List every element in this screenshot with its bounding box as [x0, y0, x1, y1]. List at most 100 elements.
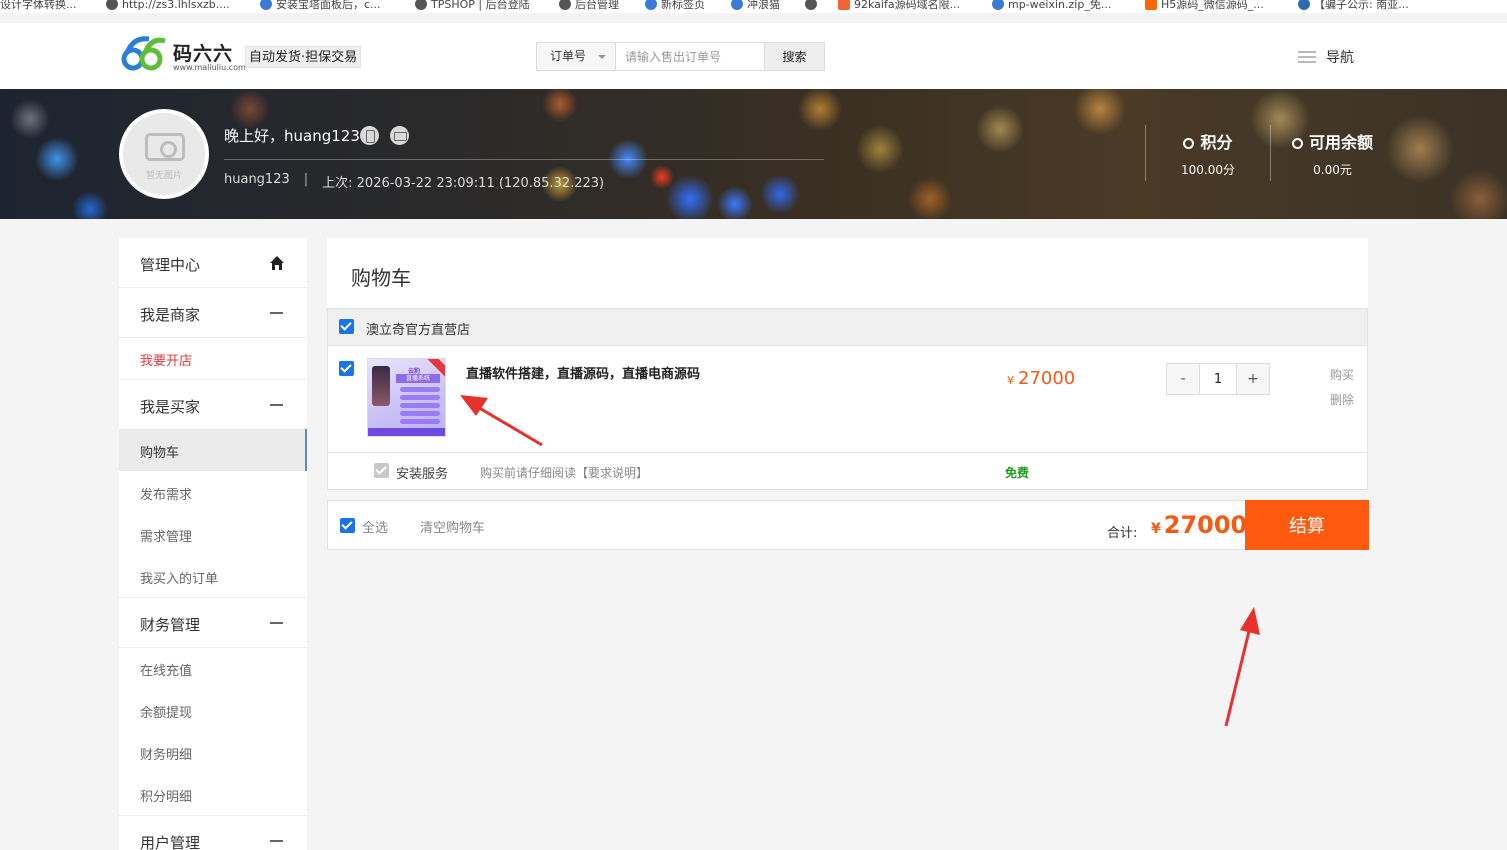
collapse-icon — [270, 404, 283, 406]
globe-icon — [805, 0, 817, 10]
item-checkbox[interactable] — [339, 361, 354, 376]
checkout-button[interactable]: 结算 — [1245, 500, 1369, 550]
bookmark-item[interactable] — [805, 0, 821, 12]
bookmark-label: 设计字体转换... — [0, 0, 77, 11]
link-icon — [992, 0, 1004, 10]
bookmark-item[interactable]: 新标签页 — [645, 0, 705, 12]
sidebar-item-open-store[interactable]: 我要开店 — [119, 337, 307, 379]
slogan: 自动发货·担保交易 — [245, 46, 362, 68]
points-stat[interactable]: 积分 100.00分 — [1146, 125, 1270, 181]
delete-link[interactable]: 删除 — [1330, 388, 1354, 413]
sidebar-item-points-details[interactable]: 积分明细 — [119, 773, 307, 815]
bookmark-label: 后台管理 — [575, 0, 619, 11]
bookmark-item[interactable]: 92kaifa源码域名限... — [838, 0, 960, 12]
bookmark-item[interactable]: H5源码_微信源码_... — [1145, 0, 1264, 12]
sidebar-section-merchant[interactable]: 我是商家 — [119, 288, 307, 338]
cart-header: 购物车 — [327, 238, 1368, 308]
service-note[interactable]: 购买前请仔细阅读【要求说明】 — [480, 464, 648, 481]
page-title: 购物车 — [351, 266, 411, 290]
sidebar-item-manage-requests[interactable]: 需求管理 — [119, 513, 307, 555]
browser-icon — [645, 0, 657, 10]
quantity-input[interactable] — [1200, 363, 1236, 395]
quantity-stepper: - + — [1166, 363, 1270, 395]
sidebar-item-cart[interactable]: 购物车 — [119, 429, 307, 471]
bookmark-item[interactable]: mp-weixin.zip_免... — [992, 0, 1111, 12]
logo-text[interactable]: 码六六 — [173, 39, 233, 66]
browser-icon — [731, 0, 743, 10]
search-type-select[interactable]: 订单号 — [536, 42, 616, 71]
globe-icon — [559, 0, 571, 10]
clear-cart-link[interactable]: 清空购物车 — [420, 517, 485, 536]
search-type-value: 订单号 — [550, 49, 587, 63]
user-meta: huang123 | 上次: 2026-03-22 23:09:11 (120.… — [224, 172, 604, 191]
search-bar: 订单号 搜索 — [536, 42, 825, 71]
collapse-icon — [270, 312, 283, 314]
bookmark-label: 【骗子公示: 南亚... — [1314, 0, 1409, 11]
sidebar-item-purchased-orders[interactable]: 我买入的订单 — [119, 555, 307, 597]
logo-icon[interactable] — [121, 35, 169, 73]
cart-item: 云豹 直播系统 直播软件搭建，直播源码，直播电商源码 ¥27000 - + 购买… — [327, 346, 1368, 453]
search-button[interactable]: 搜索 — [765, 42, 825, 71]
product-title[interactable]: 直播软件搭建，直播源码，直播电商源码 — [466, 363, 700, 382]
site-header: 码六六 www.maliuliu.com 自动发货·担保交易 订单号 搜索 导航 — [0, 23, 1507, 89]
service-name: 安装服务 — [396, 467, 449, 482]
total-value: 27000 — [1163, 511, 1248, 539]
bookmark-item[interactable]: 后台管理 — [559, 0, 619, 12]
bookmark-label: 冲浪猫 — [747, 0, 780, 11]
sidebar-item-label: 我要开店 — [140, 354, 193, 369]
sidebar-section-buyer[interactable]: 我是买家 — [119, 380, 307, 430]
nav-menu-button[interactable]: 导航 — [1298, 47, 1354, 67]
product-price: ¥27000 — [1007, 368, 1075, 389]
sidebar-item-recharge[interactable]: 在线充值 — [119, 647, 307, 689]
shop-name[interactable]: 澳立奇官方直营店 — [366, 319, 470, 338]
sidebar-item-finance-details[interactable]: 财务明细 — [119, 731, 307, 773]
chevron-down-icon — [598, 55, 606, 59]
select-all-checkbox[interactable] — [340, 518, 355, 533]
sidebar-item-label: 在线充值 — [140, 664, 193, 679]
coins-icon — [1183, 138, 1195, 149]
currency-symbol: ¥ — [1151, 521, 1161, 537]
phone-icon[interactable] — [360, 126, 379, 145]
camera-icon — [145, 133, 185, 161]
buy-link[interactable]: 购买 — [1330, 363, 1354, 388]
bookmark-item[interactable]: 安装宝塔面板后，c... — [260, 0, 381, 12]
currency-symbol: ¥ — [1007, 374, 1014, 387]
sidebar-item-label: 我买入的订单 — [140, 572, 219, 587]
divider — [224, 159, 824, 160]
avatar[interactable]: 暂无图片 — [119, 109, 209, 199]
increase-button[interactable]: + — [1236, 363, 1270, 395]
sidebar-section-users[interactable]: 用户管理 — [119, 816, 307, 850]
sidebar-item-label: 需求管理 — [140, 530, 193, 545]
select-all-label[interactable]: 全选 — [362, 517, 388, 536]
product-thumbnail[interactable]: 云豹 直播系统 — [367, 358, 446, 437]
mail-icon[interactable] — [390, 126, 409, 145]
service-row: 安装服务 购买前请仔细阅读【要求说明】 免费 — [327, 453, 1368, 490]
bookmarks-bar: 设计字体转换... http://zs3.lhlsxzb.... 安装宝塔面板后… — [0, 0, 1507, 13]
sidebar-item-label: 发布需求 — [140, 488, 193, 503]
sidebar-heading: 我是商家 — [140, 306, 201, 324]
service-checkbox — [374, 463, 389, 478]
search-input[interactable] — [616, 42, 765, 71]
bookmark-item[interactable]: 【骗子公示: 南亚... — [1298, 0, 1409, 12]
globe-icon — [106, 0, 118, 10]
site-icon — [1145, 0, 1157, 10]
sidebar-management-center[interactable]: 管理中心 — [119, 238, 307, 288]
separator: | — [303, 172, 309, 187]
bookmark-item[interactable]: TPSHOP | 后台登陆 — [415, 0, 530, 12]
balance-label: 可用余额 — [1308, 133, 1373, 152]
bookmark-label: TPSHOP | 后台登陆 — [431, 0, 530, 11]
decrease-button[interactable]: - — [1166, 363, 1200, 395]
sidebar-item-post-request[interactable]: 发布需求 — [119, 471, 307, 513]
total-amount: ¥27000 — [1151, 511, 1247, 539]
last-login: 上次: 2026-03-22 23:09:11 (120.85.32.223) — [322, 176, 605, 191]
collapse-icon — [270, 840, 283, 842]
sidebar-section-finance[interactable]: 财务管理 — [119, 598, 307, 648]
balance-stat[interactable]: 可用余额 0.00元 — [1270, 125, 1394, 181]
bookmark-item[interactable]: http://zs3.lhlsxzb.... — [106, 0, 230, 12]
bookmark-item[interactable]: 设计字体转换... — [0, 0, 77, 12]
bookmark-item[interactable]: 冲浪猫 — [731, 0, 780, 12]
shop-checkbox[interactable] — [339, 319, 354, 334]
user-banner: 暂无图片 晚上好，huang123 huang123 | 上次: 2026-03… — [0, 89, 1507, 219]
sidebar-item-withdraw[interactable]: 余额提现 — [119, 689, 307, 731]
wallet-icon — [1291, 138, 1303, 149]
